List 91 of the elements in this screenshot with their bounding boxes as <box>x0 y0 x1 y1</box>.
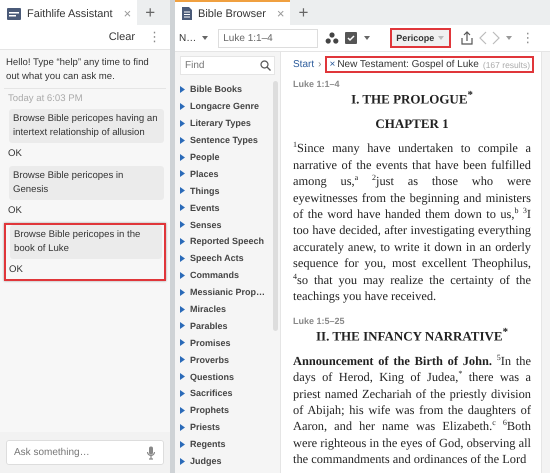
sidebar-item[interactable]: Judges <box>190 456 222 466</box>
reply-text: OK <box>7 147 23 161</box>
add-tab-button[interactable]: + <box>137 0 164 25</box>
reply-text: OK <box>8 263 24 277</box>
sidebar-item[interactable]: Sentence Types <box>190 135 258 146</box>
sidebar-item[interactable]: Promises <box>190 338 231 348</box>
expand-arrow-icon[interactable] <box>180 424 185 431</box>
version-dropdown[interactable]: N… <box>179 32 196 44</box>
result-count: (167 results) <box>482 60 530 70</box>
sidebar-item[interactable]: Longacre Genre <box>190 101 260 112</box>
filter-chip[interactable]: × New Testament: Gospel of Luke (167 results) <box>325 56 534 73</box>
expand-arrow-icon[interactable] <box>180 238 185 245</box>
expand-arrow-icon[interactable] <box>180 406 185 414</box>
assistant-tab[interactable]: Faithlife Assistant × <box>0 0 138 25</box>
pericope-dropdown[interactable]: Pericope <box>390 28 452 48</box>
sidebar-item[interactable]: Reported Speech <box>190 236 264 246</box>
expand-arrow-icon[interactable] <box>180 86 185 93</box>
expand-arrow-icon[interactable] <box>180 120 185 127</box>
expand-arrow-icon[interactable] <box>180 356 185 364</box>
breadcrumb-link[interactable]: Start <box>293 59 314 70</box>
sidebar-item[interactable]: Senses <box>190 220 222 230</box>
caret-icon[interactable] <box>363 34 372 42</box>
sidebar-item[interactable]: Messianic Prop… <box>190 287 266 298</box>
sidebar-item[interactable]: People <box>190 152 220 162</box>
expand-arrow-icon[interactable] <box>180 322 185 330</box>
section-heading: II. THE INFANCY NARRATIVE$^{*}$ <box>314 326 510 345</box>
clear-button[interactable]: Clear <box>102 29 141 45</box>
passage-reference: Luke 1:5–25 <box>293 316 346 326</box>
checkbox-icon[interactable] <box>344 31 358 45</box>
sidebar-item[interactable]: Commands <box>190 270 240 280</box>
dots-icon[interactable] <box>325 32 340 44</box>
expand-arrow-icon[interactable] <box>180 440 185 448</box>
expand-arrow-icon[interactable] <box>180 288 185 296</box>
sidebar-item[interactable]: Literary Types <box>190 118 251 128</box>
caret-icon[interactable] <box>201 34 210 42</box>
remove-filter-button[interactable]: × <box>329 59 336 70</box>
expand-arrow-icon[interactable] <box>180 254 185 262</box>
chat-window-icon[interactable] <box>6 6 22 20</box>
greeting-message: Hello! Type “help” any time to find out what you can ask me. <box>4 56 166 89</box>
expand-arrow-icon[interactable] <box>180 306 185 313</box>
expand-arrow-icon[interactable] <box>180 390 185 397</box>
breadcrumb-separator: › <box>318 59 322 70</box>
expand-arrow-icon[interactable] <box>180 136 185 144</box>
expand-arrow-icon[interactable] <box>180 373 185 380</box>
passage-reference: Luke 1:1–4 <box>293 79 341 89</box>
filter-label: New Testament: Gospel of Luke <box>337 59 479 70</box>
search-icon[interactable] <box>260 60 271 71</box>
sidebar-item[interactable]: Bible Books <box>190 84 242 94</box>
sidebar-item[interactable]: Parables <box>190 320 228 331</box>
caret-icon[interactable] <box>505 34 514 42</box>
expand-arrow-icon[interactable] <box>180 170 185 178</box>
expand-arrow-icon[interactable] <box>180 154 185 160</box>
passage-text: Announcement of the Birth of John. $^{5}$In the days of Herod, King of Judea,$^{*}$ there was a priest named Zechariah of the priestly division of Abijah; his wife was from the daughters of Aaron, and her name was Elizabeth.$^{c}$ $^{6}$Both were righteous in the eyes of God, observing all the commandments and ordinances of the Lord <box>293 352 531 468</box>
microphone-icon[interactable] <box>146 446 156 460</box>
sidebar-item[interactable]: Speech Acts <box>190 253 244 264</box>
timestamp: Today at 6:03 PM <box>7 92 84 106</box>
expand-arrow-icon[interactable] <box>180 102 185 110</box>
browser-tab[interactable]: Bible Browser × <box>175 0 290 25</box>
ask-field[interactable]: Ask something… <box>6 440 164 465</box>
sidebar-item[interactable]: Regents <box>190 439 226 450</box>
scrollbar[interactable] <box>273 81 278 331</box>
reference-field[interactable]: Luke 1:1–4 <box>218 28 318 48</box>
sidebar-item[interactable]: Priests <box>190 422 220 432</box>
expand-arrow-icon[interactable] <box>180 272 185 279</box>
expand-arrow-icon[interactable] <box>180 187 185 194</box>
passage-text: $^{1}$Since many have undertaken to compile a narrative of the events that have been fulfilled among us,$^{a}$ $^{2}$just as those who were eyewitnesses from the beginning and ministers of the word have handed them down to us,$^{b}$ $^{3}$I too have decided, after investigating everything accurately anew, to write it down in an orderly sequence for you, most excellent Theophilus, $^{4}$so that you may realize the certainty of the teachings you have received. <box>293 140 531 304</box>
sidebar-item[interactable]: Places <box>190 168 219 179</box>
sidebar-item[interactable]: Proverbs <box>190 354 230 365</box>
query-bubble: Browse Bible pericopes having an intertext relationship of allusion <box>9 109 164 143</box>
scrollbar[interactable] <box>541 52 550 473</box>
expand-arrow-icon[interactable] <box>180 339 185 346</box>
query-bubble: Browse Bible pericopes in Genesis <box>9 166 164 200</box>
expand-arrow-icon[interactable] <box>180 221 185 228</box>
sidebar-item[interactable]: Questions <box>190 372 234 382</box>
share-icon[interactable] <box>460 31 474 45</box>
find-field[interactable]: Find <box>180 56 275 75</box>
query-bubble: Browse Bible pericopes in the book of Luke <box>10 225 162 259</box>
sidebar-item[interactable]: Prophets <box>190 405 230 416</box>
sidebar-item[interactable]: Sacrifices <box>190 388 233 398</box>
chapter-heading: CHAPTER 1 <box>374 116 450 132</box>
sidebar-item[interactable]: Events <box>190 202 220 213</box>
sidebar-item[interactable]: Things <box>190 186 220 196</box>
section-heading: I. THE PROLOGUE$^{*}$ <box>350 89 474 108</box>
document-icon[interactable] <box>181 6 193 21</box>
expand-arrow-icon[interactable] <box>180 458 185 465</box>
sidebar-item[interactable]: Miracles <box>190 304 226 314</box>
more-button[interactable]: ⋮ <box>518 30 538 46</box>
more-button[interactable]: ⋮ <box>145 29 164 45</box>
expand-arrow-icon[interactable] <box>180 204 185 212</box>
add-tab-button[interactable]: + <box>290 0 316 25</box>
reply-text: OK <box>7 204 23 218</box>
